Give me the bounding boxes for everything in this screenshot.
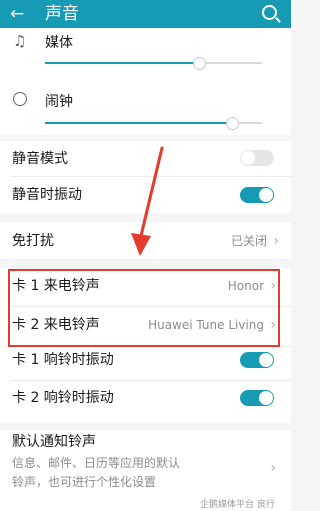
sim2-vibrate-toggle[interactable] [240,390,274,406]
alarm-volume-fill [45,122,232,124]
dnd-value: 已关闭 [230,234,267,248]
silent-mode-toggle[interactable] [240,150,274,166]
volume-panel: ♫ 媒体 闹钟 [0,28,291,135]
toggle-thumb [259,353,273,367]
music-note-icon: ♫ [13,32,27,50]
watermark: 企鹅媒体平台 良行 [200,500,275,510]
divider [11,380,291,381]
vibrate-silent-label: 静音时振动 [12,187,82,203]
chevron-right-icon: › [270,460,276,476]
alarm-volume-label: 闹钟 [45,94,73,110]
media-volume-fill [45,62,200,64]
media-volume-label: 媒体 [45,35,73,51]
media-volume-slider[interactable] [45,57,262,70]
silent-mode-label: 静音模式 [12,151,68,167]
toggle-thumb [259,391,273,405]
app-bar: ← 声音 [0,0,291,28]
notification-tone-description: 信息、邮件、日历等应用的默认铃声，也可进行个性化设置 [12,456,181,489]
toggle-thumb [241,151,255,165]
sim1-vibrate-label: 卡 1 响铃时振动 [12,352,114,368]
alarm-clock-icon [13,92,27,106]
annotation-box [8,269,280,347]
media-volume-thumb[interactable] [193,57,207,70]
search-icon[interactable] [262,5,277,20]
dnd-label: 免打扰 [12,233,54,249]
sim2-vibrate-label: 卡 2 响铃时振动 [12,390,114,406]
dnd-row[interactable]: 免打扰 已关闭 › [0,222,291,259]
vibrate-silent-toggle[interactable] [240,187,274,203]
sim1-vibrate-toggle[interactable] [240,352,274,368]
silent-panel: 静音模式 静音时振动 [0,141,291,213]
divider [11,176,291,177]
notification-tone-label: 默认通知铃声 [12,434,96,450]
alarm-volume-thumb[interactable] [225,117,239,130]
page-title: 声音 [45,4,79,24]
alarm-volume-slider[interactable] [45,117,262,130]
toggle-thumb [259,188,273,202]
back-icon[interactable]: ← [10,3,24,25]
chevron-right-icon: › [273,233,279,249]
